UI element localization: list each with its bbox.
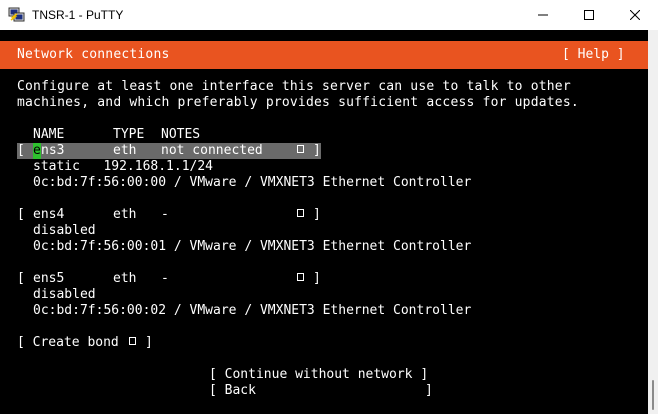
column-header-type: TYPE <box>113 127 145 142</box>
row-open-bracket: [ <box>17 271 25 286</box>
close-icon <box>630 10 640 20</box>
interface-menu-checkbox[interactable] <box>297 271 304 287</box>
row-close-bracket: ] <box>313 271 321 286</box>
maximize-button[interactable] <box>566 0 612 30</box>
row-open-bracket: [ <box>17 143 25 158</box>
column-header-name: NAME <box>33 127 65 142</box>
interface-notes: not connected <box>161 143 263 158</box>
interface-name: ens5 <box>33 271 65 286</box>
scrollbar-thumb[interactable] <box>652 380 654 410</box>
interface-config: static 192.168.1.1/24 <box>33 159 214 174</box>
row-close-bracket: ] <box>313 143 321 158</box>
interface-name: ens4 <box>33 207 65 222</box>
window-titlebar[interactable]: TNSR-1 - PuTTY <box>0 0 658 30</box>
interface-hardware: 0c:bd:7f:56:00:01 / VMware / VMXNET3 Eth… <box>33 239 472 254</box>
intro-line-2: machines, and which preferably provides … <box>17 95 579 110</box>
maximize-icon <box>584 10 594 20</box>
interface-type: eth <box>113 143 137 158</box>
create-bond-checkbox <box>129 335 136 351</box>
interface-menu-checkbox[interactable] <box>297 143 304 159</box>
minimize-button[interactable] <box>520 0 566 30</box>
back-button-close-bracket: ] <box>425 383 433 398</box>
putty-app-icon <box>8 6 26 24</box>
minimize-icon <box>538 10 548 20</box>
create-bond-label: [ Create bond <box>17 335 119 350</box>
row-close-bracket: ] <box>313 207 321 222</box>
window-title: TNSR-1 - PuTTY <box>32 8 124 22</box>
terminal-screen[interactable]: Network connections [ Help ] Configure a… <box>0 30 648 414</box>
interface-type: eth <box>113 271 137 286</box>
terminal-scrollbar[interactable] <box>648 30 658 414</box>
column-header-notes: NOTES <box>161 127 201 142</box>
interface-hardware: 0c:bd:7f:56:00:00 / VMware / VMXNET3 Eth… <box>33 175 472 190</box>
screen-title: Network connections <box>17 47 170 62</box>
row-open-bracket: [ <box>17 207 25 222</box>
continue-without-network-button[interactable]: [ Continue without network ] <box>209 367 428 383</box>
interface-menu-checkbox[interactable] <box>297 207 304 223</box>
interface-notes: - <box>161 271 169 286</box>
interface-config: disabled <box>33 223 96 238</box>
back-button-label: [ Back <box>209 383 256 398</box>
interface-hardware: 0c:bd:7f:56:00:02 / VMware / VMXNET3 Eth… <box>33 303 472 318</box>
interface-config: disabled <box>33 287 96 302</box>
interface-notes: - <box>161 207 169 222</box>
close-button[interactable] <box>612 0 658 30</box>
interface-name-rest: ns3 <box>41 143 65 158</box>
create-bond-close-bracket: ] <box>145 335 153 350</box>
interface-type: eth <box>113 207 137 222</box>
cursor-char: e <box>33 143 41 158</box>
help-button[interactable]: [ Help ] <box>562 47 625 63</box>
intro-line-1: Configure at least one interface this se… <box>17 79 571 94</box>
